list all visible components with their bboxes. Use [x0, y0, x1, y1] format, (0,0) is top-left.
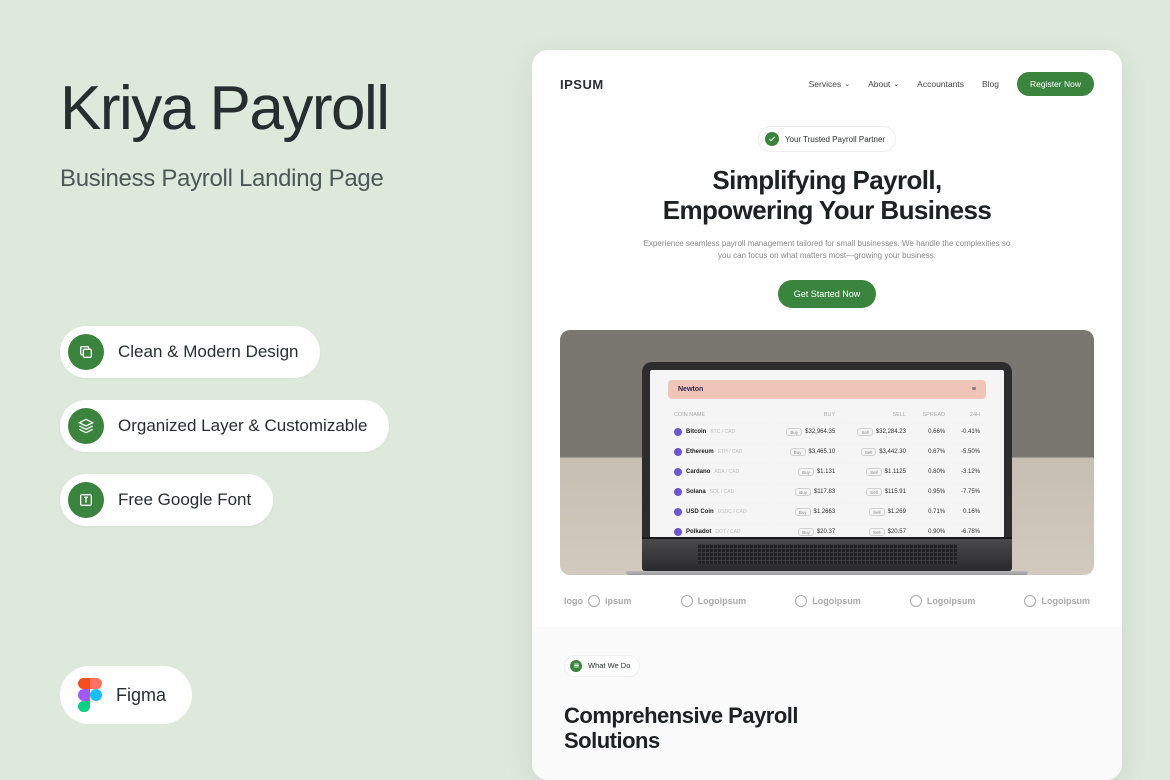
table-header: SELL [841, 409, 910, 421]
partner-logo: Logoipsum [795, 595, 861, 607]
table-row[interactable]: Bitcoin BTC / CADBuy $32,964.35Sell $32,… [670, 423, 984, 441]
page-subtitle: Business Payroll Landing Page [60, 165, 480, 193]
font-icon [68, 482, 104, 518]
hero-title: Simplifying Payroll, Empowering Your Bus… [572, 166, 1082, 226]
figma-label: Figma [116, 685, 166, 706]
table-header: SPREAD [912, 409, 949, 421]
hero-subtitle: Experience seamless payroll management t… [637, 238, 1017, 262]
figma-icon [78, 678, 102, 712]
table-header: BUY [770, 409, 839, 421]
chevron-down-icon: ⌄ [844, 80, 850, 88]
hero-tag: Your Trusted Payroll Partner [758, 126, 896, 152]
nav-about[interactable]: About⌄ [868, 79, 899, 89]
menu-icon[interactable]: ≡ [972, 386, 976, 393]
logo-strip: logo ipsum Logoipsum Logoipsum Logoipsum Log… [532, 575, 1122, 627]
section-title: Comprehensive Payroll Solutions [564, 703, 1090, 754]
laptop-mockup: Newton ≡ COIN NAMEBUYSELLSPREAD24H Bitco… [642, 362, 1012, 575]
preview-navbar: IPSUM Services⌄ About⌄ Accountants Blog … [532, 50, 1122, 118]
table-row[interactable]: Solana SOL / CADBuy $117.83Sell $115.910… [670, 483, 984, 501]
feature-pill: Organized Layer & Customizable [60, 400, 389, 452]
feature-label: Organized Layer & Customizable [118, 416, 367, 436]
preview-window: IPSUM Services⌄ About⌄ Accountants Blog … [532, 50, 1122, 780]
chevron-down-icon: ⌄ [893, 80, 899, 88]
feature-label: Clean & Modern Design [118, 342, 298, 362]
partner-logo: logo ipsum [564, 595, 632, 607]
table-row[interactable]: USD Coin USDC / CADBuy $1.2663Sell $1.26… [670, 503, 984, 521]
check-icon [765, 132, 779, 146]
table-header: COIN NAME [670, 409, 768, 421]
brand-logo[interactable]: IPSUM [560, 77, 604, 92]
nav-accountants[interactable]: Accountants [917, 79, 964, 89]
feature-pill: Clean & Modern Design [60, 326, 320, 378]
register-button[interactable]: Register Now [1017, 72, 1094, 96]
price-table: COIN NAMEBUYSELLSPREAD24H Bitcoin BTC / … [668, 407, 986, 537]
table-row[interactable]: Ethereum ETH / CADBuy $3,465.10Sell $3,4… [670, 443, 984, 461]
table-row[interactable]: Polkadot DOT / CADBuy $20.37Sell $20.570… [670, 523, 984, 537]
partner-logo: Logoipsum [1024, 595, 1090, 607]
partner-logo: Logoipsum [681, 595, 747, 607]
feature-list: Clean & Modern Design Organized Layer & … [60, 326, 389, 548]
layers-icon [68, 408, 104, 444]
section-what-we-do: What We Do Comprehensive Payroll Solutio… [532, 627, 1122, 780]
table-row[interactable]: Cardano ADA / CADBuy $1.131Sell $1.11250… [670, 463, 984, 481]
feature-label: Free Google Font [118, 490, 251, 510]
nav-services[interactable]: Services⌄ [809, 79, 850, 89]
app-header: Newton ≡ [668, 380, 986, 399]
hero-image: Newton ≡ COIN NAMEBUYSELLSPREAD24H Bitco… [560, 330, 1094, 575]
section-tag: What We Do [564, 655, 640, 677]
partner-logo: Logoipsum [910, 595, 976, 607]
table-header: 24H [951, 409, 984, 421]
get-started-button[interactable]: Get Started Now [778, 280, 877, 308]
list-icon [570, 660, 582, 672]
page-title: Kriya Payroll [60, 76, 480, 141]
nav-blog[interactable]: Blog [982, 79, 999, 89]
feature-pill: Free Google Font [60, 474, 273, 526]
copy-icon [68, 334, 104, 370]
figma-badge: Figma [60, 666, 192, 724]
